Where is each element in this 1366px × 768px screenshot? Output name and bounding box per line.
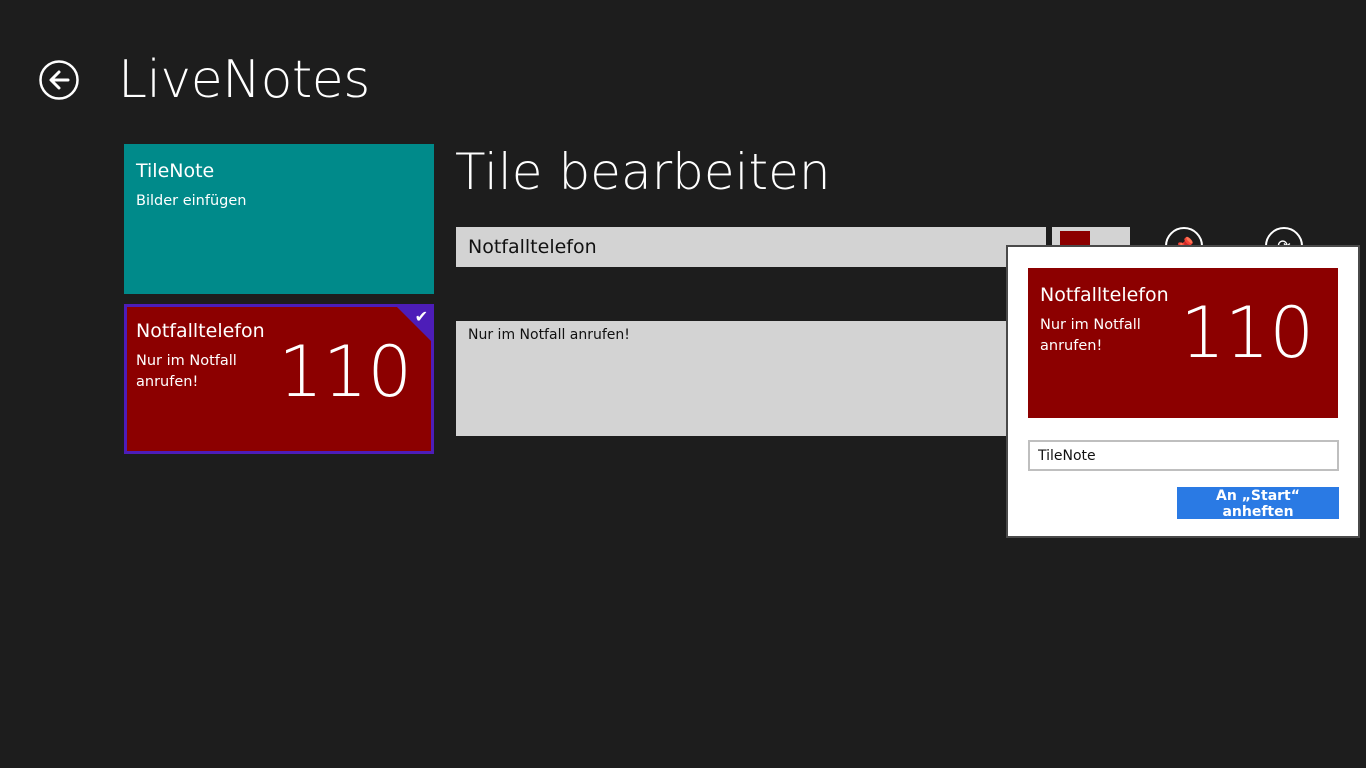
pin-to-start-button[interactable]: An „Start“ anheften [1177, 487, 1339, 520]
tile-title: Notfalltelefon [136, 320, 265, 342]
page-title: Tile bearbeiten [455, 143, 831, 201]
preview-subtitle: Nur im Notfall anrufen! [1040, 317, 1141, 354]
tile-preview: Notfalltelefon Nur im Notfall anrufen! 1… [1028, 268, 1338, 418]
tile-body-textarea[interactable]: Nur im Notfall anrufen! [456, 321, 1016, 436]
back-button[interactable] [39, 60, 79, 100]
app-title: LiveNotes [118, 50, 370, 110]
preview-number: 110 [1180, 292, 1314, 374]
tile-subtitle: Bilder einfügen [136, 193, 247, 209]
checkmark-icon: ✔ [414, 307, 428, 326]
preview-title: Notfalltelefon [1040, 284, 1169, 306]
pin-flyout: Notfalltelefon Nur im Notfall anrufen! 1… [1006, 245, 1360, 538]
tile-name-input[interactable] [1028, 440, 1339, 471]
tile-title-input[interactable] [456, 227, 1046, 267]
tile-subtitle: Nur im Notfall anrufen! [136, 353, 237, 390]
tile-number: 110 [278, 331, 412, 413]
tile-title: TileNote [136, 160, 215, 182]
tile-item-tilenote[interactable]: TileNote Bilder einfügen [124, 144, 434, 294]
back-arrow-icon [39, 60, 79, 100]
tile-item-notfalltelefon[interactable]: Notfalltelefon Nur im Notfall anrufen! 1… [124, 304, 434, 454]
